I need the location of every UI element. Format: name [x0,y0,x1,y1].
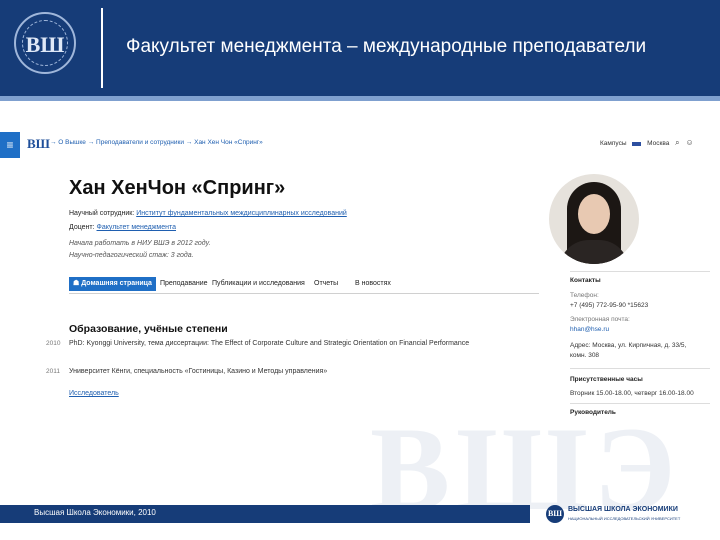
role-line-1: Научный сотрудник: Институт фундаменталь… [69,210,347,217]
search-icon[interactable]: ⌕ [675,138,679,147]
tabs-divider [69,293,539,294]
role-1-key: Научный сотрудник: [69,210,135,217]
career-note-1: Начала работать в НИУ ВШЭ в 2012 году. [69,240,211,247]
tab-home[interactable]: ☗ Домашняя страница [69,277,156,291]
hamburger-icon: ≡ [6,138,14,152]
site-topbar: ≡ ВШ → О Вышке → Преподаватели и сотрудн… [0,128,720,162]
slide-header: ВШ Факультет менеджмента – международные… [0,0,720,96]
education-item-1: PhD: Kyonggi University, тема диссертаци… [69,340,470,347]
role-line-2: Доцент: Факультет менеджмента [69,224,176,231]
seal-monogram: ВШ [25,32,65,57]
tab-teaching[interactable]: Преподавание [160,277,208,291]
address-line-2: комн. 308 [570,352,600,359]
footer-seal-logo: ВШ [546,505,564,523]
address-line-1: Адрес: Москва, ул. Кирпичная, д. 33/5, [570,342,687,349]
campus-link[interactable]: Кампусы [600,140,627,147]
email-link[interactable]: hhan@hse.ru [570,326,609,333]
email-label: Электронная почта: [570,316,630,323]
breadcrumb[interactable]: → О Вышке → Преподаватели и сотрудники →… [50,139,263,146]
education-year-2: 2011 [46,368,60,375]
office-hours-title: Присутственные часы [570,376,643,383]
profile-web-page: ≡ ВШ → О Вышке → Преподаватели и сотрудн… [0,128,720,508]
site-topright: Кампусы Москва ⌕ ☺ [600,138,694,148]
tab-reports[interactable]: Отчеты [314,277,338,291]
career-note-2: Научно-педагогический стаж: 3 года. [69,252,194,259]
photo-face [578,194,610,234]
footer-org-name: ВЫСШАЯ ШКОЛА ЭКОНОМИКИ [568,506,678,513]
tab-publications[interactable]: Публикации и исследования [212,277,305,291]
manager-title: Руководитель [570,409,616,416]
researcher-link[interactable]: Исследователь [69,390,119,397]
phone-label: Телефон: [570,292,599,299]
user-icon[interactable]: ☺ [685,138,693,147]
contacts-divider-mid [570,368,710,369]
contacts-divider-top [570,271,710,272]
site-logo[interactable]: ВШ [27,136,50,152]
tab-news[interactable]: В новостях [355,277,391,291]
profile-photo [549,174,639,264]
moscow-flag-icon [632,140,642,147]
footer-copyright: Высшая Школа Экономики, 2010 [34,508,156,517]
role-2-link[interactable]: Факультет менеджмента [97,224,177,231]
education-title: Образование, учёные степени [69,323,228,335]
university-seal-logo: ВШ [14,12,76,74]
header-rule [0,96,720,101]
phone-value: +7 (495) 772-95-90 *15623 [570,302,649,309]
role-2-key: Доцент: [69,224,95,231]
contacts-title: Контакты [570,277,601,284]
education-item-2: Университет Кёнги, специальность «Гостин… [69,368,328,375]
contacts-divider-bottom [570,403,710,404]
office-hours-value: Вторник 15.00-18.00, четверг 16.00-18.00 [570,390,694,397]
header-divider [101,8,103,88]
footer-org-subtitle: НАЦИОНАЛЬНЫЙ ИССЛЕДОВАТЕЛЬСКИЙ УНИВЕРСИТ… [568,516,681,521]
slide-title: Факультет менеджмента – международные пр… [126,36,647,57]
footer-bar: Высшая Школа Экономики, 2010 [0,505,530,523]
role-1-link[interactable]: Институт фундаментальных междисциплинарн… [136,210,347,217]
profile-name: Хан ХенЧон «Спринг» [69,177,286,199]
city-link[interactable]: Москва [647,140,669,147]
education-year-1: 2010 [46,340,61,347]
menu-button[interactable]: ≡ [0,132,20,158]
